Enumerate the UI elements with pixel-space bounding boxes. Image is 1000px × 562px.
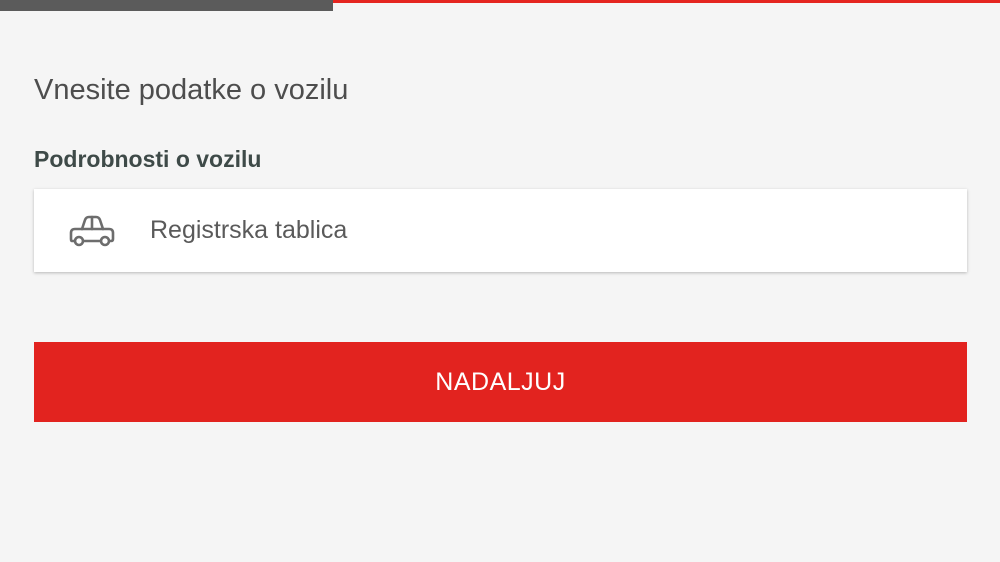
continue-button[interactable]: NADALJUJ <box>34 342 967 422</box>
license-plate-field[interactable] <box>34 189 967 272</box>
progress-bar <box>0 0 1000 11</box>
progress-bar-fill <box>0 0 333 11</box>
section-title: Podrobnosti o vozilu <box>34 146 262 172</box>
page-title: Vnesite podatke o vozilu <box>34 74 349 106</box>
car-icon <box>69 212 115 250</box>
license-plate-input[interactable] <box>150 189 940 272</box>
